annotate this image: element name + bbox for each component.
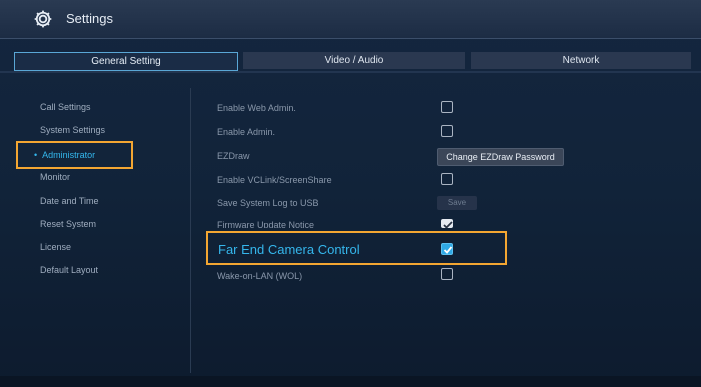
sidebar-item-monitor[interactable]: Monitor [40,172,70,182]
setting-label-enable-web-admin: Enable Web Admin. [217,103,296,113]
checkmark-icon [443,246,453,254]
sidebar-item-default-layout[interactable]: Default Layout [40,265,98,275]
tab-underline [0,71,701,73]
tab-video-audio[interactable]: Video / Audio [243,52,465,69]
setting-label-far-end-camera-control: Far End Camera Control [218,242,360,257]
window-title: Settings [66,11,113,26]
checkbox-far-end-camera-control[interactable] [441,243,453,255]
sidebar-item-call-settings[interactable]: Call Settings [40,102,91,112]
checkbox-enable-vclink[interactable] [441,173,453,185]
sidebar-divider [190,88,191,373]
tab-general-setting[interactable]: General Setting [14,52,238,71]
checkbox-wake-on-lan[interactable] [441,268,453,280]
setting-label-wake-on-lan: Wake-on-LAN (WOL) [217,271,303,281]
change-ezdraw-password-button[interactable]: Change EZDraw Password [437,148,564,166]
setting-label-firmware-update-notice: Firmware Update Notice [217,220,315,230]
highlight-box-administrator [16,141,133,169]
checkbox-enable-web-admin[interactable] [441,101,453,113]
setting-label-save-system-log: Save System Log to USB [217,198,319,208]
sidebar-item-date-and-time[interactable]: Date and Time [40,196,99,206]
setting-label-enable-admin: Enable Admin. [217,127,276,137]
sidebar-item-reset-system[interactable]: Reset System [40,219,96,229]
checkbox-firmware-update-notice[interactable] [441,219,453,228]
tab-bar: General Setting Video / Audio Network [0,52,701,71]
sidebar-item-system-settings[interactable]: System Settings [40,125,105,135]
setting-label-enable-vclink: Enable VCLink/ScreenShare [217,175,332,185]
checkmark-icon [443,221,453,228]
bottom-bar [0,376,701,387]
tab-network[interactable]: Network [471,52,691,69]
gear-icon [34,10,52,28]
setting-label-ezdraw: EZDraw [217,151,250,161]
checkbox-enable-admin[interactable] [441,125,453,137]
save-log-button[interactable]: Save [437,196,477,210]
title-bar: Settings [0,0,701,39]
sidebar-item-license[interactable]: License [40,242,71,252]
